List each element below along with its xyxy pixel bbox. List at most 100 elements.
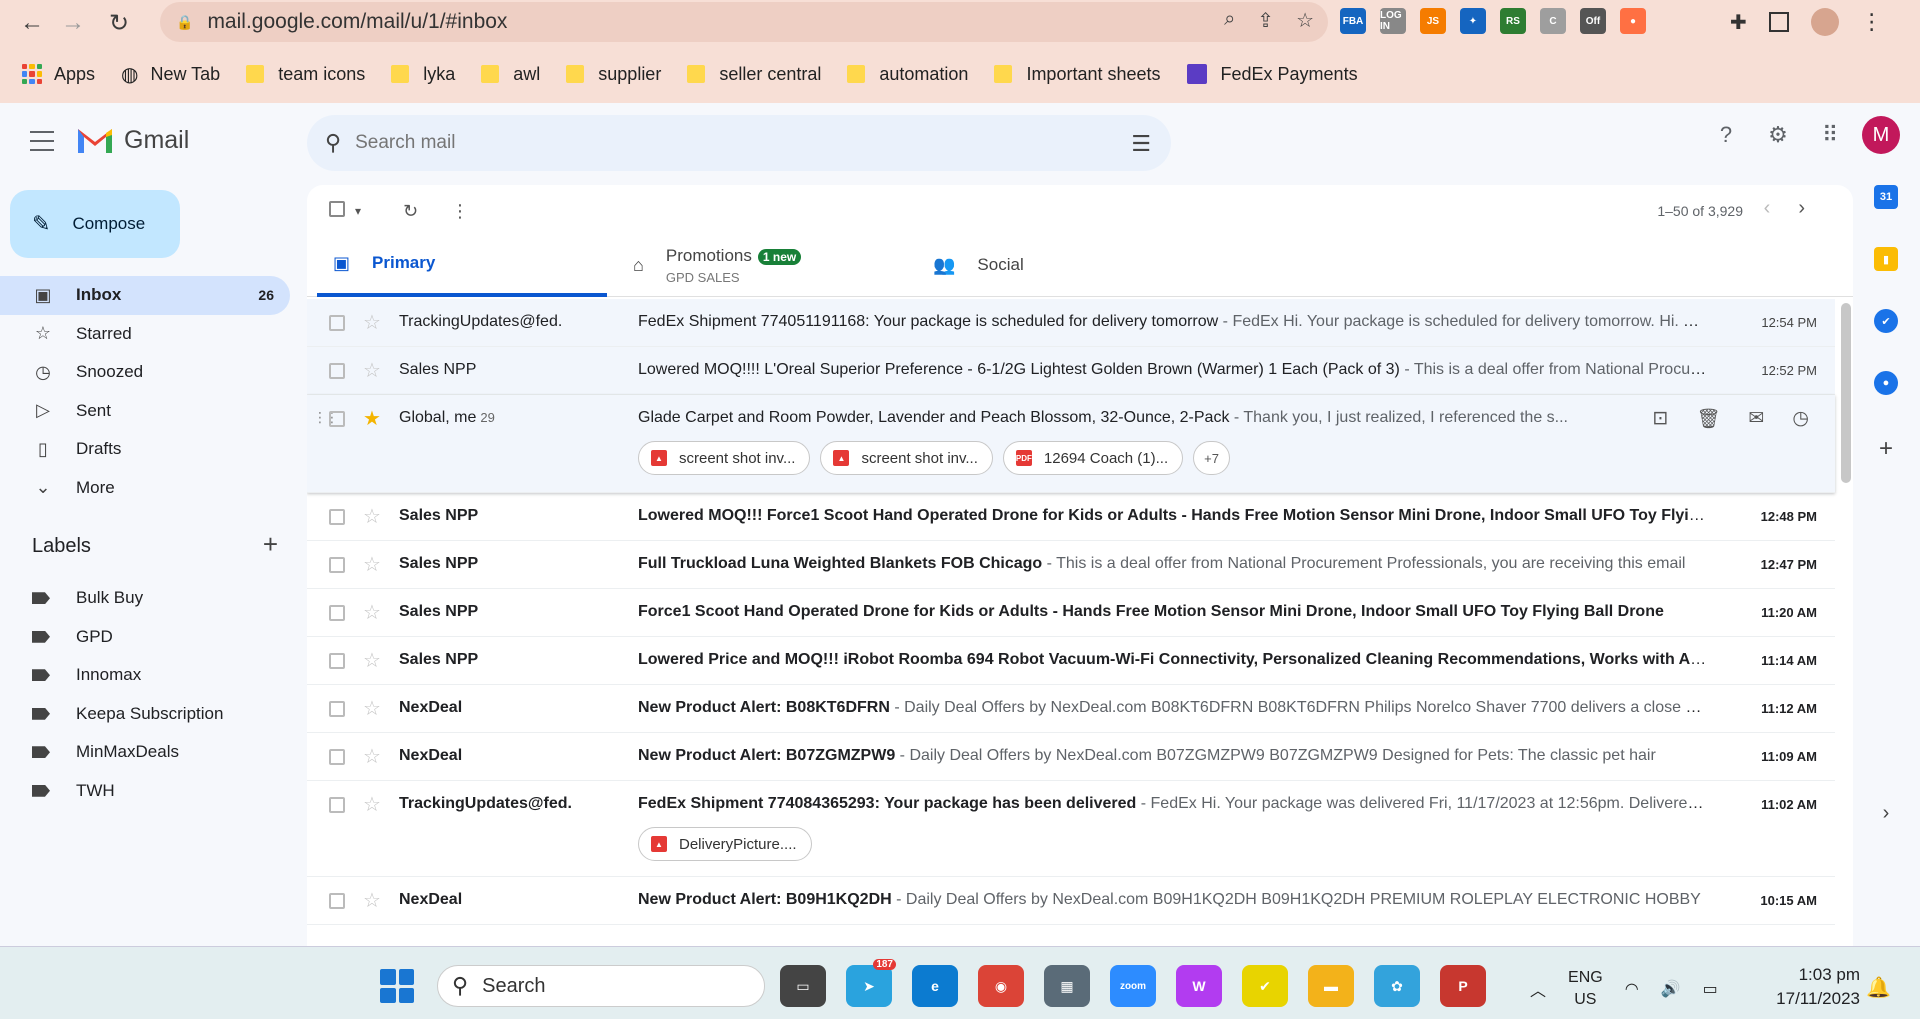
- get-addons-plus-icon[interactable]: +: [1874, 435, 1898, 462]
- search-input[interactable]: [355, 132, 1056, 154]
- row-checkbox[interactable]: [329, 749, 345, 765]
- c-extension-icon[interactable]: C: [1540, 8, 1566, 34]
- fba-extension-icon[interactable]: FBA: [1340, 8, 1366, 34]
- js-extension-icon[interactable]: JS: [1420, 8, 1446, 34]
- select-dropdown-icon[interactable]: ▾: [355, 204, 361, 218]
- star-icon[interactable]: ☆: [363, 600, 381, 625]
- label-item[interactable]: MinMaxDeals: [0, 733, 290, 772]
- google-apps-icon[interactable]: ⠿: [1810, 115, 1850, 155]
- label-item[interactable]: TWH: [0, 772, 290, 811]
- extensions-puzzle-icon[interactable]: ✚: [1730, 10, 1747, 35]
- battery-icon[interactable]: ▭: [1703, 979, 1718, 999]
- notification-bell-icon[interactable]: 🔔: [1866, 975, 1891, 1000]
- expand-panel-chevron-icon[interactable]: ›: [1874, 801, 1898, 825]
- search-icon[interactable]: ⚲: [325, 130, 341, 156]
- row-checkbox[interactable]: [329, 605, 345, 621]
- tasks-icon[interactable]: ✔: [1874, 309, 1898, 333]
- search-bar[interactable]: ⚲ ☰: [307, 115, 1171, 171]
- bookmark-seller-central[interactable]: seller central: [687, 64, 821, 85]
- bookmark-apps[interactable]: Apps: [22, 64, 95, 85]
- gmail-logo[interactable]: Gmail: [76, 125, 189, 155]
- add-label-icon[interactable]: +: [263, 531, 278, 558]
- contacts-icon[interactable]: ●: [1874, 371, 1898, 395]
- edge-icon[interactable]: e: [912, 965, 958, 1007]
- bookmark-lyka[interactable]: lyka: [391, 64, 455, 85]
- back-button[interactable]: ←: [12, 3, 52, 43]
- mark-unread-icon[interactable]: ✉: [1748, 407, 1764, 431]
- taskbar-clock[interactable]: 1:03 pm 17/11/2023: [1760, 963, 1860, 1011]
- email-row[interactable]: ☆ NexDeal New Product Alert: B09H1KQ2DH - …: [307, 877, 1835, 925]
- star-icon[interactable]: ☆: [363, 744, 381, 769]
- url-text[interactable]: mail.google.com/mail/u/1/#inbox: [207, 10, 507, 34]
- reload-button[interactable]: ↻: [99, 3, 139, 43]
- email-row[interactable]: ☆ TrackingUpdates@fed. FedEx Shipment 7740…: [307, 299, 1835, 347]
- telegram-icon[interactable]: ➤ 187: [846, 959, 896, 1007]
- email-row[interactable]: ☆ NexDeal New Product Alert: B07ZGMZPW9 - …: [307, 733, 1835, 781]
- row-checkbox[interactable]: [329, 653, 345, 669]
- psiphon-icon[interactable]: P: [1440, 965, 1486, 1007]
- email-row[interactable]: ☆ Sales NPP Lowered Price and MOQ!!! iRobo…: [307, 637, 1835, 685]
- refresh-icon[interactable]: ↻: [403, 201, 418, 222]
- list-scrollbar[interactable]: [1839, 297, 1853, 946]
- email-row[interactable]: ☆ Sales NPP Full Truckload Luna Weighted B…: [307, 541, 1835, 589]
- main-menu-icon[interactable]: [30, 131, 54, 151]
- sidebar-item-drafts[interactable]: ▯ Drafts: [0, 430, 290, 469]
- chrome-icon[interactable]: ◉: [978, 965, 1024, 1007]
- row-checkbox[interactable]: [329, 893, 345, 909]
- star-icon[interactable]: ☆: [363, 552, 381, 577]
- bookmark-team-icons[interactable]: team icons: [246, 64, 365, 85]
- star-icon[interactable]: ☆: [363, 792, 381, 817]
- star-icon[interactable]: ☆: [363, 310, 381, 335]
- share-icon[interactable]: ⇪: [1257, 8, 1274, 33]
- email-row[interactable]: ☆ NexDeal New Product Alert: B08KT6DFRN - …: [307, 685, 1835, 733]
- sticky-notes-icon[interactable]: ✔: [1242, 965, 1288, 1007]
- row-checkbox[interactable]: [329, 509, 345, 525]
- star-icon[interactable]: ★: [363, 406, 381, 431]
- sidebar-item-starred[interactable]: ☆ Starred: [0, 315, 290, 354]
- label-item[interactable]: GPD: [0, 618, 290, 657]
- email-row[interactable]: ☆ Sales NPP Lowered MOQ!!!! L'Oreal Superi…: [307, 347, 1835, 395]
- zoom-icon[interactable]: zoom: [1110, 965, 1156, 1007]
- snooze-clock-icon[interactable]: ◷: [1792, 407, 1809, 431]
- bookmark-awl[interactable]: awl: [481, 64, 540, 85]
- row-checkbox[interactable]: [329, 411, 345, 427]
- rs-extension-icon[interactable]: RS: [1500, 8, 1526, 34]
- volume-icon[interactable]: 🔊: [1661, 979, 1681, 999]
- star-icon[interactable]: ☆: [363, 888, 381, 913]
- tab-primary[interactable]: ▣ Primary: [317, 233, 607, 297]
- email-row[interactable]: ☆ Sales NPP Force1 Scoot Hand Operated Dro…: [307, 589, 1835, 637]
- orange-circle-extension-icon[interactable]: ●: [1620, 8, 1646, 34]
- row-checkbox[interactable]: [329, 701, 345, 717]
- address-bar[interactable]: 🔒 mail.google.com/mail/u/1/#inbox ⌕ ⇪ ☆: [160, 2, 1328, 42]
- calculator-icon[interactable]: ▦: [1044, 965, 1090, 1007]
- account-avatar[interactable]: M: [1862, 116, 1900, 154]
- sidebar-item-inbox[interactable]: ▣ Inbox 26: [0, 276, 290, 315]
- email-row[interactable]: ☆ TrackingUpdates@fed. FedEx Shipment 7740…: [307, 781, 1835, 877]
- attachment-chip[interactable]: ▲ DeliveryPicture....: [638, 827, 812, 861]
- email-row[interactable]: ☆ Sales NPP Lowered MOQ!!! Force1 Scoot Ha…: [307, 493, 1835, 541]
- label-item[interactable]: Bulk Buy: [0, 579, 290, 618]
- more-attachments-chip[interactable]: +7: [1193, 441, 1230, 475]
- bookmark-supplier[interactable]: supplier: [566, 64, 661, 85]
- zoom-icon[interactable]: ⌕: [1224, 8, 1235, 33]
- star-icon[interactable]: ☆: [363, 696, 381, 721]
- row-checkbox[interactable]: [329, 315, 345, 331]
- newer-chevron-icon[interactable]: ‹: [1764, 197, 1771, 220]
- label-item[interactable]: Innomax: [0, 656, 290, 695]
- settings-gear-icon[interactable]: ⚙: [1758, 115, 1798, 155]
- tab-social[interactable]: 👥 Social: [917, 233, 1207, 297]
- help-icon[interactable]: ?: [1706, 115, 1746, 155]
- bookmark-important-sheets[interactable]: Important sheets: [994, 64, 1161, 85]
- attachment-chip[interactable]: ▲ screent shot inv...: [820, 441, 993, 475]
- compose-button[interactable]: ✎ Compose: [10, 190, 180, 258]
- tab-promotions[interactable]: ⌂ Promotions 1 new GPD SALES: [617, 233, 907, 297]
- sidebar-item-sent[interactable]: ▷ Sent: [0, 392, 290, 431]
- bookmark-fedex-payments[interactable]: FedEx Payments: [1186, 64, 1358, 85]
- bookmark-automation[interactable]: automation: [847, 64, 968, 85]
- taskbar-search[interactable]: ⚲ Search: [437, 965, 765, 1007]
- windows-start-icon[interactable]: [380, 969, 414, 1003]
- star-icon[interactable]: ☆: [363, 504, 381, 529]
- email-row[interactable]: ⋮⋮ ★ Global, me 29 Glade Carpet and Room Pow…: [307, 395, 1835, 493]
- more-actions-icon[interactable]: ⋮: [451, 201, 469, 222]
- side-panel-icon[interactable]: [1768, 12, 1789, 32]
